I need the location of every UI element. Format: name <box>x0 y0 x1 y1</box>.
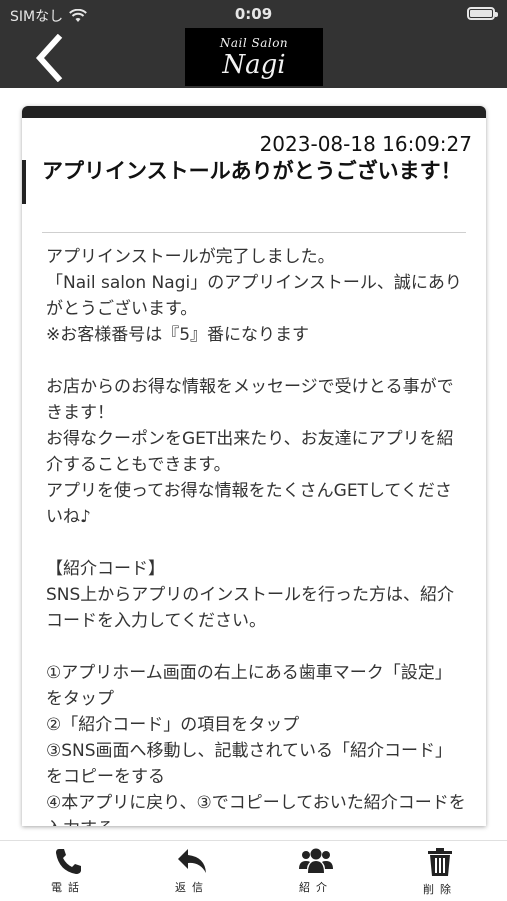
bottom-tab-bar: 電話 返信 紹介 削除 <box>0 840 507 901</box>
tab-delete[interactable]: 削除 <box>400 847 480 899</box>
tab-reply[interactable]: 返信 <box>152 847 232 899</box>
back-button[interactable] <box>28 33 78 83</box>
status-time: 0:09 <box>234 5 273 23</box>
tab-referral-label: 紹介 <box>299 881 333 894</box>
message-card: 2023-08-18 16:09:27 アプリインストールありがとうございます！… <box>22 106 486 826</box>
title-accent-bar <box>22 160 26 204</box>
logo-line2: Nagi <box>222 50 286 80</box>
message-body: アプリインストールが完了しました。 「Nail salon Nagi」のアプリイ… <box>46 247 466 826</box>
chevron-left-icon <box>35 33 63 83</box>
tab-reply-label: 返信 <box>175 881 209 894</box>
tab-referral[interactable]: 紹介 <box>276 847 356 899</box>
message-title: アプリインストールありがとうございます！ <box>42 159 462 183</box>
tab-delete-label: 削除 <box>423 883 457 896</box>
logo-line1: Nail Salon <box>219 36 289 50</box>
phone-icon <box>56 849 81 874</box>
app-header: Nail Salon Nagi <box>0 28 507 88</box>
tab-phone[interactable]: 電話 <box>28 847 108 899</box>
divider <box>42 232 466 233</box>
battery-icon <box>467 7 498 20</box>
status-bar: SIMなし 0:09 <box>0 0 507 28</box>
users-icon <box>299 848 333 873</box>
message-date: 2023-08-18 16:09:27 <box>259 132 472 156</box>
tab-phone-label: 電話 <box>51 881 85 894</box>
reply-icon <box>178 849 206 873</box>
salon-logo: Nail Salon Nagi <box>185 28 323 86</box>
trash-icon <box>428 848 452 876</box>
